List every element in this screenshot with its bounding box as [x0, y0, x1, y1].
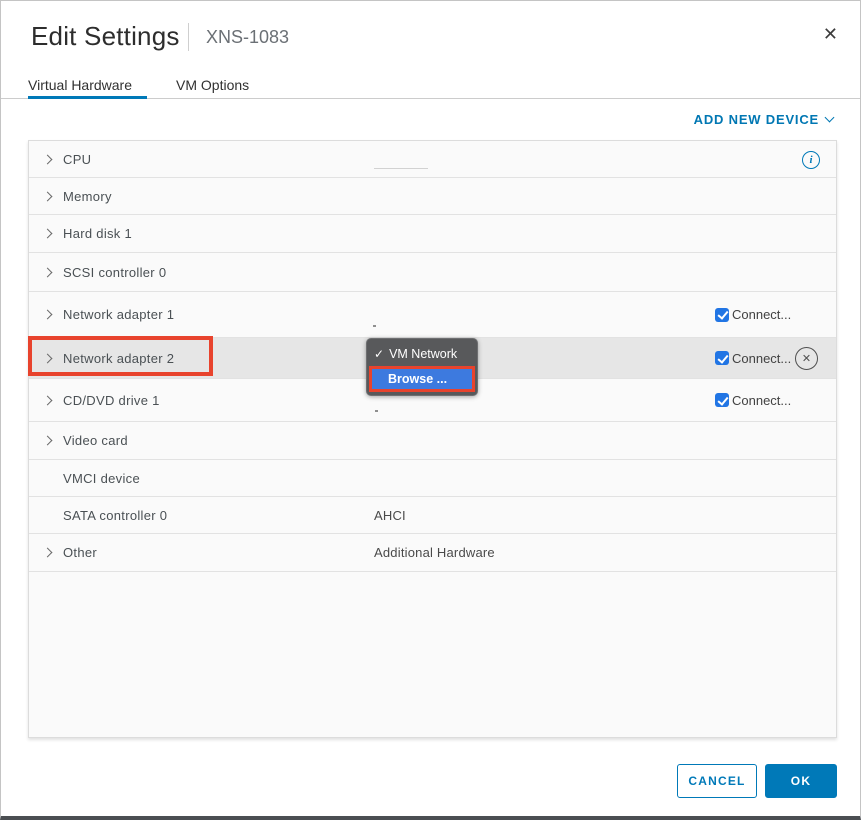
- row-label: Network adapter 1: [63, 307, 174, 322]
- row-label: Hard disk 1: [63, 226, 132, 241]
- dropdown-item-browse[interactable]: Browse ...: [372, 369, 472, 389]
- connect-label: Connect...: [732, 393, 791, 408]
- network-dropdown-menu: ✓ VM Network Browse ...: [366, 338, 478, 396]
- info-icon[interactable]: i: [802, 151, 820, 169]
- row-cpu[interactable]: CPU i: [29, 141, 836, 178]
- connect-group: Connect...: [715, 351, 791, 366]
- connect-label: Connect...: [732, 307, 791, 322]
- connected-checkbox[interactable]: [715, 351, 729, 365]
- chevron-right-icon[interactable]: [43, 353, 53, 363]
- close-icon[interactable]: ✕: [823, 25, 838, 43]
- row-label: CD/DVD drive 1: [63, 393, 160, 408]
- truncated-value-dot: [375, 410, 378, 412]
- tab-bar: Virtual Hardware VM Options: [1, 71, 860, 99]
- connect-group: Connect...: [715, 393, 791, 408]
- row-vmci-device[interactable]: VMCI device: [29, 460, 836, 497]
- active-tab-underline: [28, 96, 147, 99]
- row-scsi-controller-0[interactable]: SCSI controller 0: [29, 253, 836, 292]
- chevron-right-icon[interactable]: [43, 229, 53, 239]
- row-hard-disk-1[interactable]: Hard disk 1: [29, 215, 836, 253]
- row-label: CPU: [63, 152, 91, 167]
- row-value: AHCI: [374, 508, 406, 523]
- row-network-adapter-1[interactable]: Network adapter 1 Connect...: [29, 292, 836, 338]
- chevron-right-icon[interactable]: [43, 395, 53, 405]
- chevron-right-icon[interactable]: [43, 548, 53, 558]
- row-memory[interactable]: Memory: [29, 178, 836, 215]
- row-sata-controller-0[interactable]: SATA controller 0 AHCI: [29, 497, 836, 534]
- connect-group: Connect...: [715, 307, 791, 322]
- chevron-right-icon[interactable]: [43, 267, 53, 277]
- ok-button[interactable]: OK: [765, 764, 837, 798]
- connected-checkbox[interactable]: [715, 308, 729, 322]
- row-video-card[interactable]: Video card: [29, 422, 836, 460]
- title-divider: [188, 23, 189, 51]
- cpu-value-underline[interactable]: [374, 168, 428, 169]
- truncated-value-dot: [373, 325, 376, 327]
- row-label: Video card: [63, 433, 128, 448]
- row-label: VMCI device: [63, 471, 140, 486]
- tab-vm-options[interactable]: VM Options: [176, 77, 249, 93]
- dialog-title: Edit Settings: [31, 21, 180, 52]
- row-label: Memory: [63, 189, 112, 204]
- checkmark-icon: ✓: [374, 347, 384, 361]
- row-label: Network adapter 2: [63, 351, 174, 366]
- cancel-button[interactable]: CANCEL: [677, 764, 757, 798]
- row-value: Additional Hardware: [374, 545, 495, 560]
- chevron-right-icon[interactable]: [43, 191, 53, 201]
- add-new-device-label: ADD NEW DEVICE: [694, 112, 819, 127]
- add-new-device-button[interactable]: ADD NEW DEVICE: [694, 112, 833, 127]
- dialog-header: Edit Settings XNS-1083 ✕: [1, 1, 860, 67]
- chevron-right-icon[interactable]: [43, 154, 53, 164]
- dropdown-item-vm-network[interactable]: ✓ VM Network: [367, 344, 477, 364]
- chevron-right-icon[interactable]: [43, 310, 53, 320]
- vm-name: XNS-1083: [206, 27, 289, 48]
- row-label: Other: [63, 545, 97, 560]
- connected-checkbox[interactable]: [715, 393, 729, 407]
- connect-label: Connect...: [732, 351, 791, 366]
- row-label: SCSI controller 0: [63, 265, 166, 280]
- annotation-red-box-browse: Browse ...: [369, 366, 475, 392]
- edit-settings-dialog: Edit Settings XNS-1083 ✕ Virtual Hardwar…: [0, 0, 861, 820]
- row-other[interactable]: Other Additional Hardware: [29, 534, 836, 572]
- chevron-right-icon[interactable]: [43, 436, 53, 446]
- virtual-hardware-table: CPU i Memory Hard disk 1 SCSI controller…: [28, 140, 837, 738]
- tab-virtual-hardware[interactable]: Virtual Hardware: [28, 77, 132, 93]
- remove-device-icon[interactable]: ✕: [795, 347, 818, 370]
- dropdown-item-label: VM Network: [389, 347, 457, 361]
- row-label: SATA controller 0: [63, 508, 167, 523]
- chevron-down-icon: [825, 113, 835, 123]
